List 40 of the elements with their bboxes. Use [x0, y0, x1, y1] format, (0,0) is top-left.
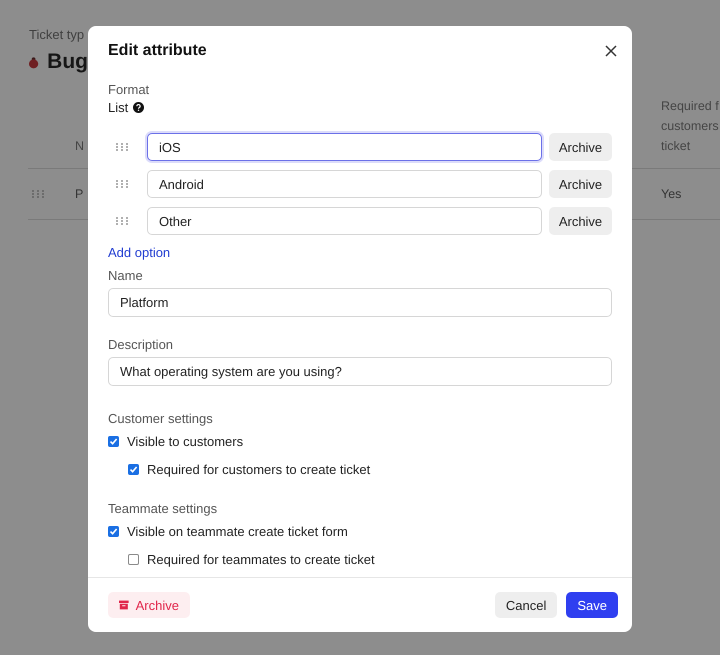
- column-header: N: [75, 139, 84, 153]
- checkbox-label[interactable]: Required for customers to create ticket: [147, 462, 370, 476]
- column-header: Required f customers ticket: [661, 99, 719, 153]
- page-title: Bug: [47, 50, 88, 74]
- text-field[interactable]: What operating system are you using?: [108, 357, 612, 386]
- add-option-link[interactable]: Add option: [108, 245, 170, 260]
- checkbox[interactable]: [128, 464, 139, 474]
- format-value: List: [108, 100, 128, 115]
- drag-handle-icon[interactable]: [116, 217, 128, 225]
- drag-handle-icon[interactable]: [116, 143, 128, 151]
- checkbox[interactable]: [108, 436, 119, 446]
- archive-button[interactable]: Archive: [549, 207, 612, 235]
- table-cell: Yes: [661, 187, 682, 201]
- dialog-title: Edit attribute: [108, 42, 207, 60]
- option-input[interactable]: Other: [147, 207, 542, 235]
- checkbox[interactable]: [128, 554, 139, 564]
- help-icon[interactable]: [133, 102, 144, 113]
- checkbox-label[interactable]: Visible to customers: [127, 434, 244, 448]
- close-button[interactable]: [604, 44, 618, 58]
- field-label: Description: [108, 337, 174, 352]
- checkbox-label[interactable]: Visible on teammate create ticket form: [127, 524, 348, 538]
- bug-icon: [28, 56, 40, 68]
- section-title: Customer settings: [108, 411, 214, 426]
- checkbox[interactable]: [108, 526, 119, 536]
- drag-handle-icon[interactable]: [116, 180, 128, 188]
- save-button[interactable]: Save: [566, 592, 618, 618]
- archive-button[interactable]: Archive: [549, 133, 612, 161]
- option-input[interactable]: iOS: [147, 133, 542, 161]
- field-label: Name: [108, 268, 144, 283]
- field-label: Format: [108, 82, 150, 97]
- drag-handle-icon[interactable]: [32, 190, 44, 198]
- archive-button[interactable]: Archive: [549, 170, 612, 198]
- section-title: Teammate settings: [108, 501, 218, 516]
- option-input[interactable]: Android: [147, 170, 542, 198]
- cancel-button[interactable]: Cancel: [494, 592, 558, 618]
- text-field[interactable]: Platform: [108, 288, 612, 317]
- checkbox-label[interactable]: Required for teammates to create ticket: [147, 552, 375, 566]
- archive-box-icon: [119, 599, 129, 611]
- table-cell: P: [75, 187, 84, 201]
- archive-button[interactable]: Archive: [108, 592, 190, 618]
